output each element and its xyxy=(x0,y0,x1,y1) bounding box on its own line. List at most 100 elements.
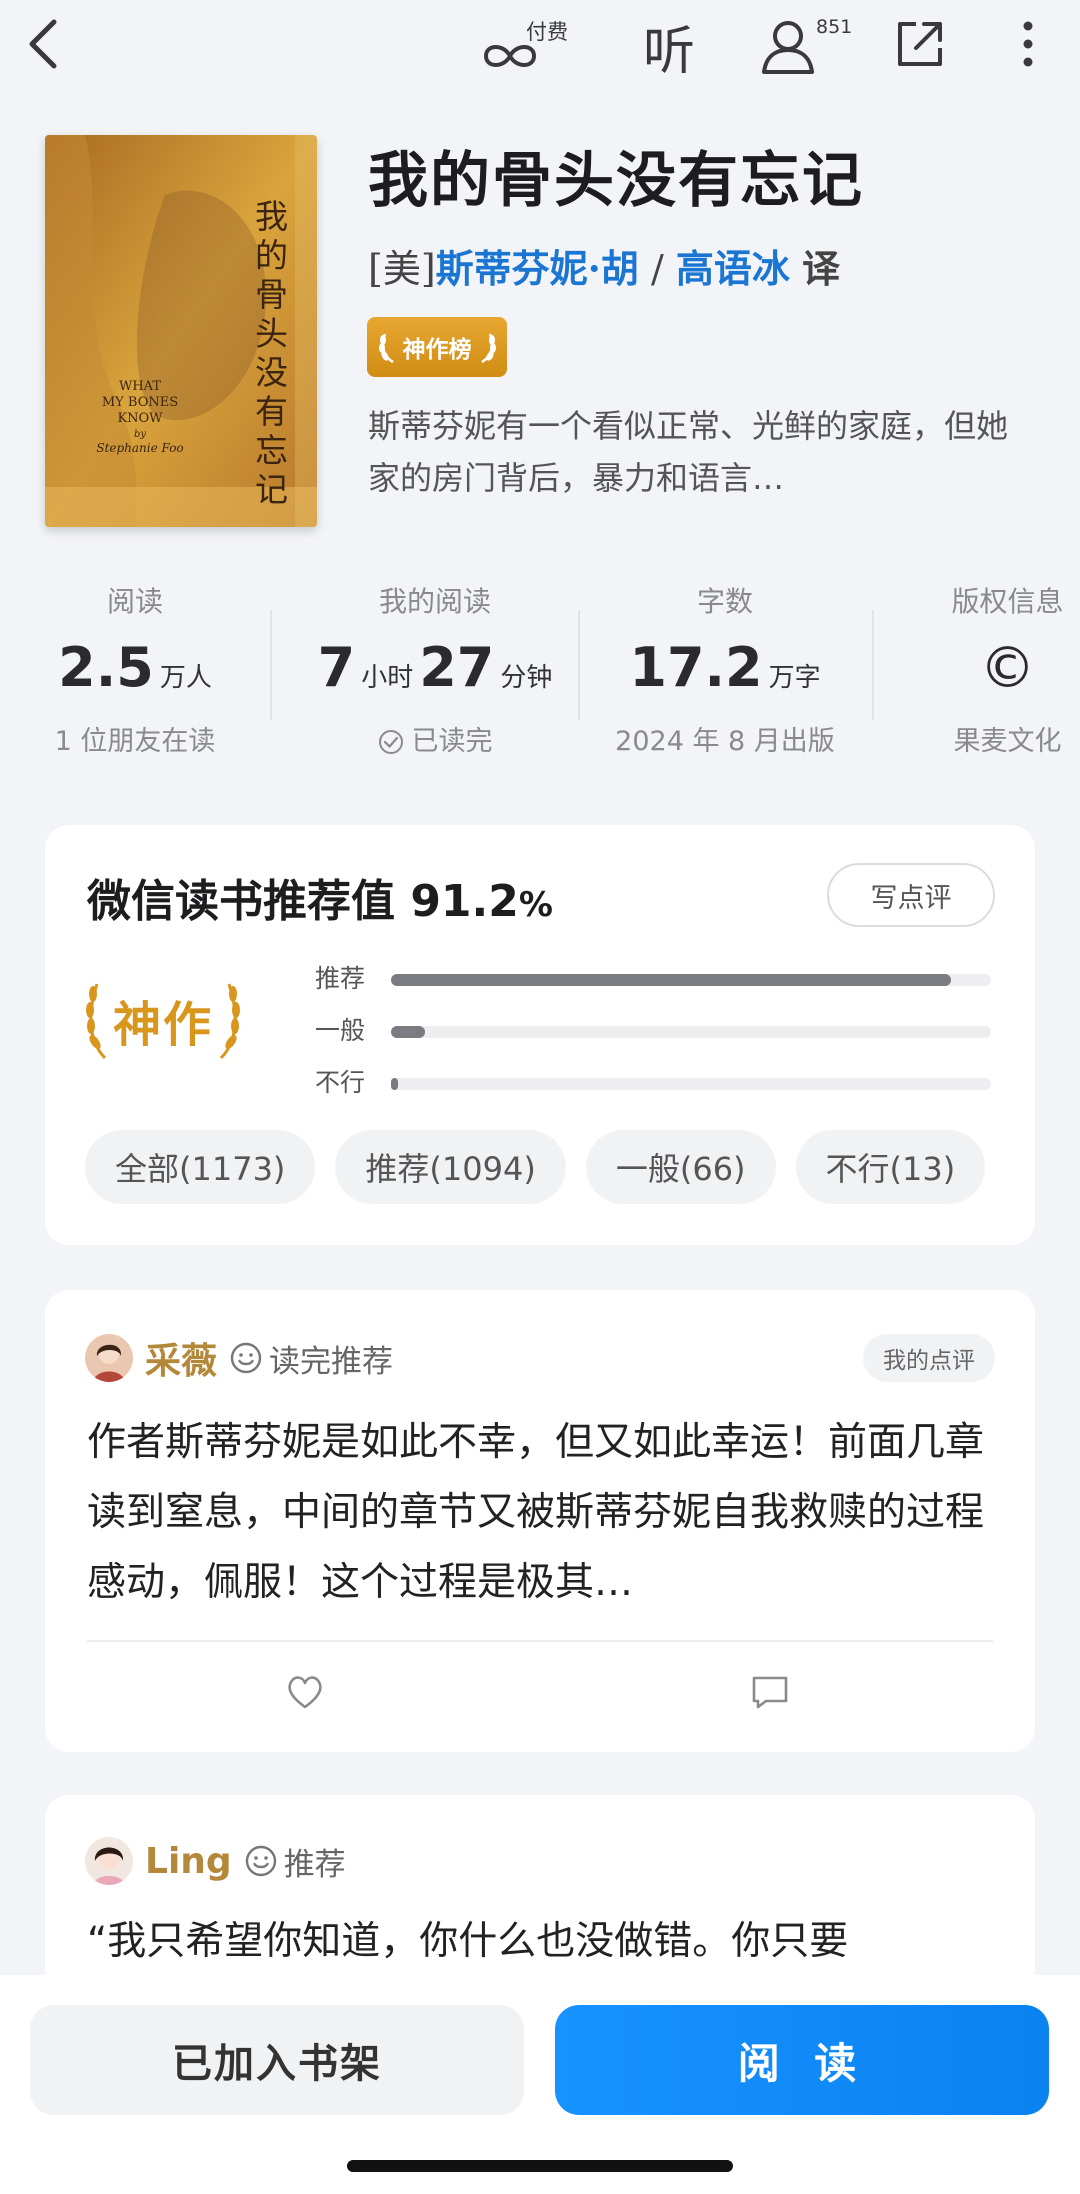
stat-words[interactable]: 字数 17.2 万字 2024 年 8 月出版 xyxy=(600,580,850,770)
bar-track xyxy=(391,1026,991,1038)
reviewer-name[interactable]: Ling xyxy=(145,1841,232,1882)
review-tag-label: 读完推荐 xyxy=(269,1343,394,1380)
stat-reads-sub: 1 位朋友在读 xyxy=(54,726,216,757)
book-description[interactable]: 斯蒂芬妮有一个看似正常、光鲜的家庭，但她家的房门背后，暴力和语言… xyxy=(368,400,1028,504)
more-vertical-icon xyxy=(1023,21,1033,67)
smile-icon xyxy=(245,1845,276,1877)
avatar-image xyxy=(85,1334,133,1382)
cover-title-en-1: WHAT xyxy=(118,379,162,394)
bar-fill-recommend xyxy=(391,974,951,986)
more-button[interactable] xyxy=(1000,14,1056,74)
chevron-left-icon xyxy=(29,19,57,69)
bar-fill-average xyxy=(391,1026,425,1038)
stat-hours: 7 xyxy=(317,636,356,699)
book-title: 我的骨头没有忘记 xyxy=(368,146,864,216)
recommendation-card: 微信读书推荐值 91.2% 写点评 神作 推荐 一般 不行 全部(1173) 推荐… xyxy=(45,825,1035,1245)
bar-label: 不行 xyxy=(315,1068,366,1097)
stat-my-reading-sub-row: 已读完 xyxy=(290,722,580,762)
cover-title-cn: 我的骨头没有忘记 xyxy=(255,197,288,509)
top-bar: 付费 听 851 xyxy=(0,0,1080,96)
masterpiece-emblem: 神作 xyxy=(83,975,243,1065)
copyright-icon: © xyxy=(979,636,1036,701)
review-filter-chips: 全部(1173) 推荐(1094) 一般(66) 不行(13) xyxy=(85,1130,1035,1210)
reviewer-name[interactable]: 采薇 xyxy=(145,1332,217,1384)
author-separator: / xyxy=(650,247,664,291)
filter-recommend[interactable]: 推荐(1094) xyxy=(335,1130,566,1204)
stat-words-value-row: 17.2 万字 xyxy=(600,636,850,712)
stat-words-value: 17.2 xyxy=(629,636,763,699)
filter-average[interactable]: 一般(66) xyxy=(585,1130,776,1204)
avatar[interactable] xyxy=(85,1837,133,1885)
bar-row-recommend: 推荐 xyxy=(315,959,995,999)
stat-reads-value-row: 2.5 万人 xyxy=(20,636,250,712)
laurel-right-icon xyxy=(480,333,496,364)
stat-divider xyxy=(578,610,580,720)
bar-row-poor: 不行 xyxy=(315,1063,995,1103)
review-divider xyxy=(87,1640,993,1642)
stat-hours-unit: 小时 xyxy=(361,663,414,693)
bar-fill-poor xyxy=(391,1078,399,1090)
translator-suffix: 译 xyxy=(802,246,841,291)
stat-words-label: 字数 xyxy=(696,585,753,618)
laurel-left-icon xyxy=(378,333,394,364)
stat-reads-value: 2.5 xyxy=(58,636,154,699)
stat-my-reading[interactable]: 我的阅读 7 小时 27 分钟 已读完 xyxy=(290,580,580,770)
stat-divider xyxy=(872,610,874,720)
comment-button[interactable] xyxy=(740,1662,800,1722)
author-link[interactable]: 斯蒂芬妮·胡 xyxy=(436,246,639,291)
share-button[interactable] xyxy=(890,14,950,74)
laurel-right-icon xyxy=(219,983,240,1060)
share-icon xyxy=(898,22,942,66)
readers-button[interactable]: 851 xyxy=(760,12,860,78)
avatar[interactable] xyxy=(85,1334,133,1382)
comment-icon xyxy=(752,1676,788,1709)
bar-label: 一般 xyxy=(315,1016,366,1045)
recommendation-percent-sign: % xyxy=(518,885,553,925)
like-button[interactable] xyxy=(275,1662,335,1722)
write-review-button[interactable]: 写点评 xyxy=(827,863,995,927)
check-circle-icon xyxy=(378,730,403,754)
review-card[interactable]: 采薇 读完推荐 我的点评 作者斯蒂芬妮是如此不幸，但又如此幸运！前面几章读到窒息… xyxy=(45,1290,1035,1752)
cover-title-en-2: MY BONES xyxy=(101,395,179,410)
stat-minutes-unit: 分钟 xyxy=(500,663,553,693)
stat-words-unit: 万字 xyxy=(768,663,821,693)
book-stats: 阅读 2.5 万人 1 位朋友在读 我的阅读 7 小时 27 分钟 已读完 字数 xyxy=(0,580,1080,780)
filter-poor[interactable]: 不行(13) xyxy=(795,1130,986,1204)
stat-finished: 已读完 xyxy=(411,726,493,757)
stat-copyright-label: 版权信息 xyxy=(951,585,1064,618)
added-to-shelf-button[interactable]: 已加入书架 xyxy=(30,2005,524,2115)
stat-reads-label: 阅读 xyxy=(106,585,163,618)
book-detail-page: 付费 听 851 我的骨头没有忘记 WHAT MY BONES KNOW by … xyxy=(0,0,1080,2194)
my-review-badge: 我的点评 xyxy=(863,1334,995,1382)
read-button[interactable]: 阅 读 xyxy=(555,2005,1049,2115)
filter-all[interactable]: 全部(1173) xyxy=(85,1130,316,1204)
recommendation-title: 微信读书推荐值 91.2% xyxy=(87,865,553,929)
recommendation-title-text: 微信读书推荐值 91.2 xyxy=(87,876,519,927)
masterpiece-emblem-text: 神作 xyxy=(113,997,214,1053)
stat-reads-unit: 万人 xyxy=(159,663,212,693)
review-text[interactable]: 作者斯蒂芬妮是如此不幸，但又如此幸运！前面几章读到窒息，中间的章节又被斯蒂芬妮自… xyxy=(87,1408,997,1618)
stat-copyright-value-row: © xyxy=(880,636,1080,712)
back-button[interactable] xyxy=(14,12,74,76)
book-cover[interactable]: 我的骨头没有忘记 WHAT MY BONES KNOW by Stephanie… xyxy=(45,135,317,527)
review-tag-label: 推荐 xyxy=(283,1846,346,1883)
readers-count: 851 xyxy=(816,16,853,38)
listen-button[interactable]: 听 xyxy=(638,12,700,82)
paid-listen-button[interactable]: 付费 xyxy=(480,14,580,78)
home-indicator[interactable] xyxy=(347,2160,733,2172)
cover-author-en: Stephanie Foo xyxy=(96,441,184,455)
stat-words-sub: 2024 年 8 月出版 xyxy=(615,726,835,757)
bar-track xyxy=(391,1078,991,1090)
author-prefix: [美] xyxy=(368,247,436,291)
masterpiece-ranking-badge[interactable]: 神作榜 xyxy=(367,317,507,377)
stat-copyright[interactable]: 版权信息 © 果麦文化 xyxy=(880,580,1080,770)
bar-label: 推荐 xyxy=(315,964,366,993)
translator-link[interactable]: 高语冰 xyxy=(676,246,790,291)
avatar-image xyxy=(85,1837,133,1885)
smile-icon xyxy=(230,1342,262,1374)
stat-my-reading-value-row: 7 小时 27 分钟 xyxy=(290,636,580,712)
stat-minutes: 27 xyxy=(419,636,495,699)
stat-my-reading-label: 我的阅读 xyxy=(378,585,491,618)
stat-reads[interactable]: 阅读 2.5 万人 1 位朋友在读 xyxy=(20,580,250,770)
review-text[interactable]: “我只希望你知道，你什么也没做错。你只要 xyxy=(87,1907,997,1977)
